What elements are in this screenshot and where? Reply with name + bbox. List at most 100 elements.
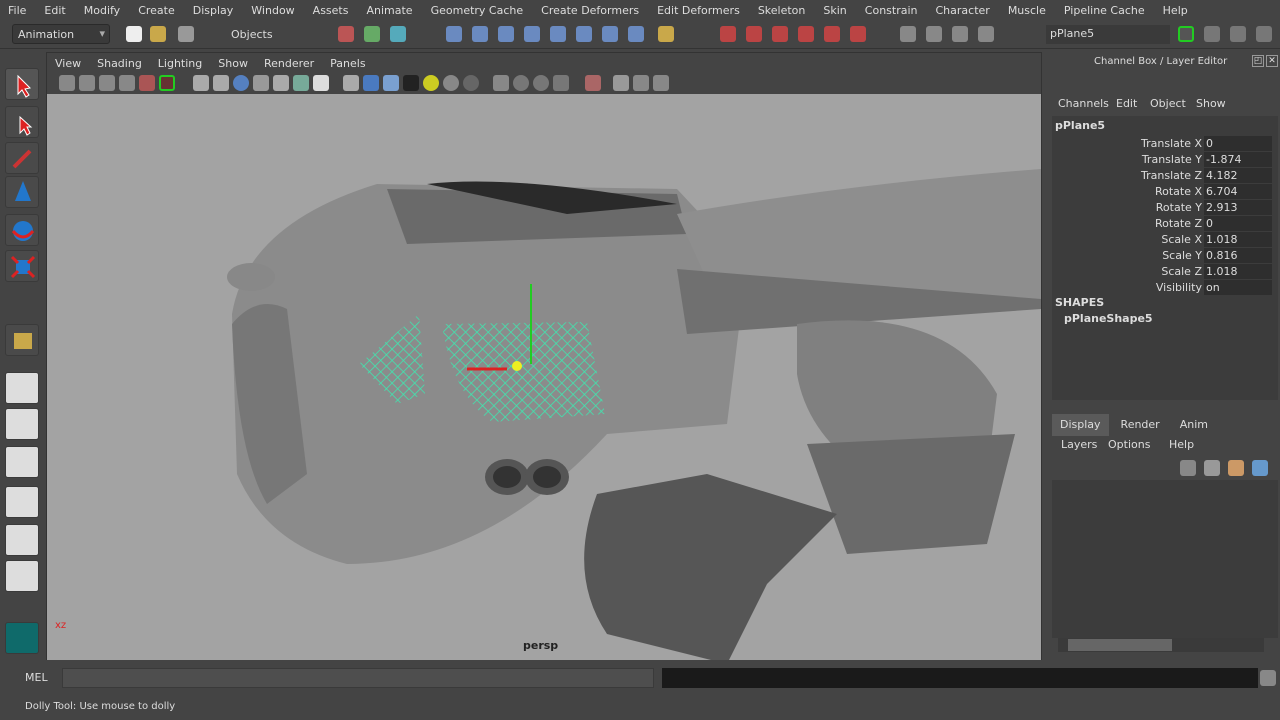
tab-render[interactable]: Render <box>1113 414 1168 436</box>
move-tool-icon[interactable] <box>5 176 39 208</box>
object-name[interactable]: pPlane5 <box>1055 119 1105 132</box>
image-plane-icon[interactable] <box>119 75 135 91</box>
tab-anim[interactable]: Anim <box>1172 414 1216 436</box>
render-view-icon[interactable] <box>798 26 814 42</box>
hypershade-pane-icon[interactable] <box>5 524 39 556</box>
bookmark-icon[interactable] <box>99 75 115 91</box>
shape-name[interactable]: pPlaneShape5 <box>1064 312 1153 325</box>
menu-pipeline-cache[interactable]: Pipeline Cache <box>1064 4 1145 17</box>
snap-icon[interactable] <box>576 26 592 42</box>
camera-attributes-icon[interactable] <box>79 75 95 91</box>
perspective-viewport[interactable]: xz persp <box>47 94 1041 660</box>
channel-row[interactable]: Rotate X 6.704 <box>1052 184 1272 200</box>
new-layer-selected-icon[interactable] <box>1204 460 1220 476</box>
scale-tool-icon[interactable] <box>5 250 39 282</box>
render-settings-icon[interactable] <box>772 26 788 42</box>
channel-row[interactable]: Translate X0 <box>1052 136 1272 152</box>
channel-value[interactable]: 2.913 <box>1204 200 1272 215</box>
menu-create[interactable]: Create <box>138 4 175 17</box>
lock-icon[interactable] <box>658 26 674 42</box>
rotate-tool-icon[interactable] <box>5 214 39 246</box>
ssao-icon[interactable] <box>463 75 479 91</box>
menu-geometry-cache[interactable]: Geometry Cache <box>431 4 524 17</box>
select-camera-icon[interactable] <box>585 75 601 91</box>
maya-logo-icon[interactable] <box>5 622 39 654</box>
select-component-icon[interactable] <box>390 26 406 42</box>
menu-animate[interactable]: Animate <box>366 4 412 17</box>
paint-select-icon[interactable] <box>5 142 39 174</box>
channel-row[interactable]: Scale X 1.018 <box>1052 232 1272 248</box>
four-pane-icon[interactable] <box>5 408 39 440</box>
construction-icon[interactable] <box>952 26 968 42</box>
show-channel-box-icon[interactable] <box>1178 26 1194 42</box>
select-hierarchy-icon[interactable] <box>338 26 354 42</box>
joint-xray-icon[interactable] <box>653 75 669 91</box>
car-model[interactable] <box>47 94 1041 660</box>
camera-select-icon[interactable] <box>59 75 75 91</box>
menu-window[interactable]: Window <box>251 4 294 17</box>
channel-value[interactable]: 0 <box>1204 216 1272 231</box>
options-menu[interactable]: Options <box>1108 438 1150 451</box>
channel-value[interactable]: 6.704 <box>1204 184 1272 199</box>
channel-row[interactable]: Rotate Y 2.913 <box>1052 200 1272 216</box>
channel-value[interactable]: 1.018 <box>1204 264 1272 279</box>
smooth-shade-icon[interactable] <box>363 75 379 91</box>
selection-mode[interactable]: Objects <box>231 28 273 41</box>
tool-settings-icon[interactable] <box>1230 26 1246 42</box>
outliner-pane-icon[interactable] <box>5 446 39 478</box>
panel-menu-view[interactable]: View <box>55 57 81 70</box>
panel-menu-lighting[interactable]: Lighting <box>158 57 202 70</box>
layers-menu[interactable]: Layers <box>1061 438 1097 451</box>
channel-value[interactable]: -1.874 <box>1204 152 1272 167</box>
object-name-field[interactable]: pPlane5 <box>1046 25 1170 44</box>
select-tool-icon[interactable] <box>5 68 39 100</box>
snap-point-icon[interactable] <box>498 26 514 42</box>
menu-skeleton[interactable]: Skeleton <box>758 4 806 17</box>
isolate-icon[interactable] <box>193 75 209 91</box>
frame-icon[interactable] <box>633 75 649 91</box>
lights-icon[interactable] <box>423 75 439 91</box>
snap-view-icon[interactable] <box>602 26 618 42</box>
help-icon[interactable] <box>628 26 644 42</box>
save-scene-icon[interactable] <box>178 26 194 42</box>
menu-constrain[interactable]: Constrain <box>865 4 918 17</box>
anti-alias-icon[interactable] <box>513 75 529 91</box>
x-ray-icon[interactable] <box>553 75 569 91</box>
tab-display[interactable]: Display <box>1052 414 1109 436</box>
menu-assets[interactable]: Assets <box>313 4 349 17</box>
menu-help[interactable]: Help <box>1163 4 1188 17</box>
wireframe-on-shaded-icon[interactable] <box>383 75 399 91</box>
script-editor-icon[interactable] <box>1260 670 1276 686</box>
menu-edit[interactable]: Edit <box>44 4 65 17</box>
field-chart-icon[interactable] <box>293 75 309 91</box>
channels-menu[interactable]: Channels <box>1058 97 1109 110</box>
isolate-select-icon[interactable] <box>613 75 629 91</box>
menu-muscle[interactable]: Muscle <box>1008 4 1046 17</box>
single-pane-icon[interactable] <box>5 372 39 404</box>
channel-row[interactable]: Translate Y -1.874 <box>1052 152 1272 168</box>
snap-live-icon[interactable] <box>550 26 566 42</box>
close-icon[interactable]: ✕ <box>1266 55 1278 67</box>
select-object-icon[interactable] <box>364 26 380 42</box>
render-batch-icon[interactable] <box>850 26 866 42</box>
channel-row[interactable]: Rotate Z0 <box>1052 216 1272 232</box>
move-layer-up-icon[interactable] <box>1228 460 1244 476</box>
resolution-gate-icon[interactable] <box>253 75 269 91</box>
menu-display[interactable]: Display <box>193 4 234 17</box>
manipulator-icon[interactable] <box>5 324 39 356</box>
panel-menu-shading[interactable]: Shading <box>97 57 142 70</box>
menu-create-deformers[interactable]: Create Deformers <box>541 4 639 17</box>
channel-value[interactable]: 0 <box>1204 136 1272 151</box>
mel-label[interactable]: MEL <box>25 671 48 684</box>
panel-menu-panels[interactable]: Panels <box>330 57 365 70</box>
channel-row[interactable]: Visibility on <box>1052 280 1272 296</box>
edit-menu[interactable]: Edit <box>1116 97 1137 110</box>
film-gate-icon[interactable] <box>213 75 229 91</box>
lasso-tool-icon[interactable] <box>5 106 39 138</box>
show-menu[interactable]: Show <box>1196 97 1226 110</box>
snap-grid-icon[interactable] <box>446 26 462 42</box>
shadows-icon[interactable] <box>443 75 459 91</box>
layout-icon[interactable] <box>1256 26 1272 42</box>
graph-pane-icon[interactable] <box>5 560 39 592</box>
channel-value[interactable]: on <box>1204 280 1272 295</box>
